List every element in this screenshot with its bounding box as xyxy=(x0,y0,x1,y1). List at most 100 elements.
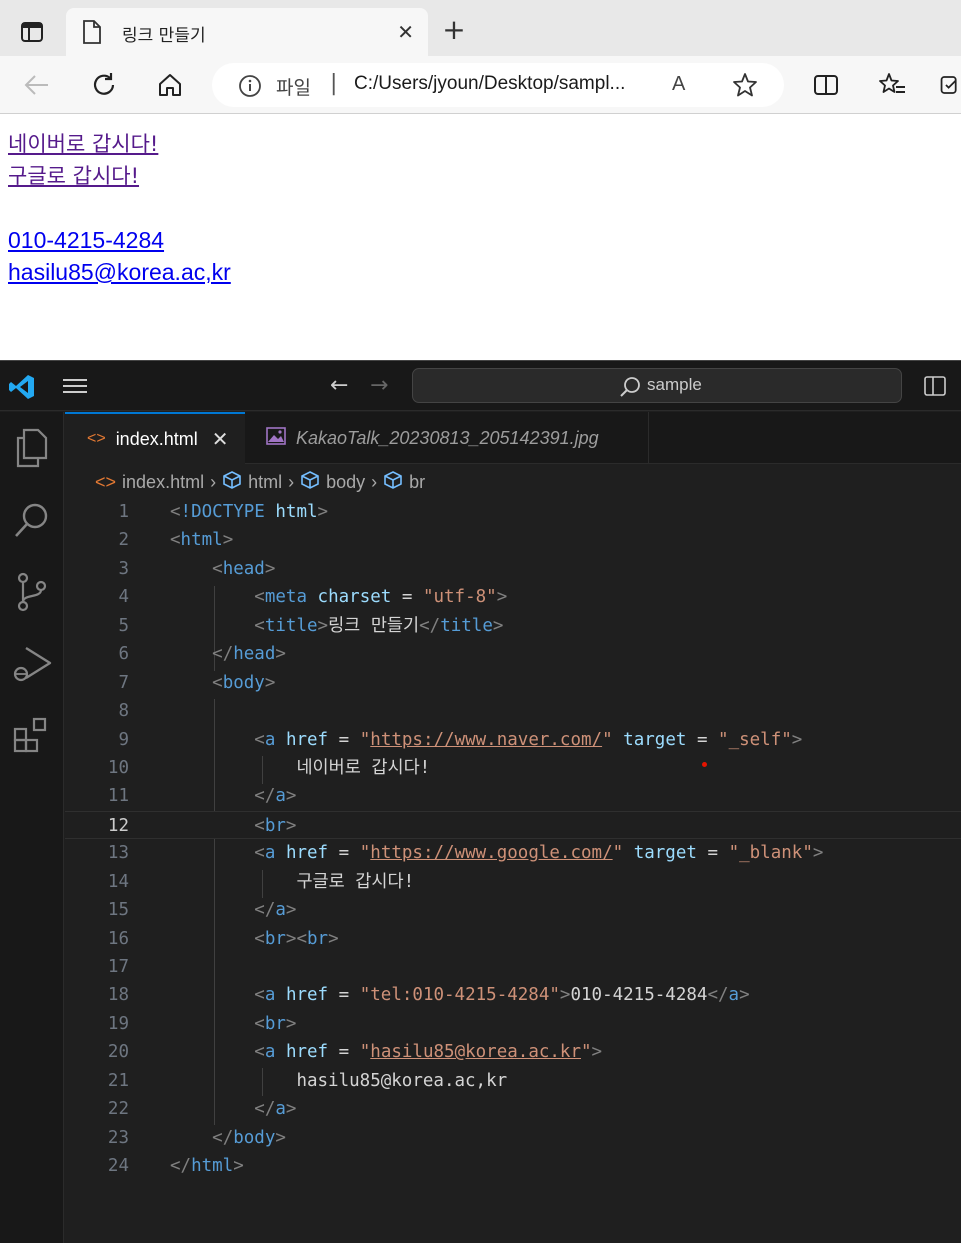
code-token: "_self" xyxy=(718,729,792,750)
code-token: meta xyxy=(264,587,307,608)
code-token: 010-4215-4284 xyxy=(570,985,708,1006)
code-token: </ xyxy=(254,900,276,921)
code-line[interactable]: 4 <meta charset = "utf-8"> xyxy=(65,583,961,611)
line-number: 20 xyxy=(107,1042,129,1063)
code-line[interactable]: 10 네이버로 갑시다! xyxy=(65,754,961,782)
favorite-star-icon[interactable] xyxy=(732,72,758,102)
code-line[interactable]: 2 <html> xyxy=(65,526,961,554)
code-token: " xyxy=(359,1042,371,1063)
code-token: < xyxy=(254,587,265,608)
code-line[interactable]: 3 <head> xyxy=(65,555,961,583)
symbol-element-icon xyxy=(222,470,242,495)
editor-tab-bar: <> index.html ✕ KakaoTalk_20230813_20514… xyxy=(65,412,961,464)
home-icon[interactable] xyxy=(155,70,185,100)
code-line[interactable]: 18 <a href = "tel:010-4215-4284">010-421… xyxy=(65,981,961,1009)
line-number: 10 xyxy=(107,757,129,778)
code-line[interactable]: 15 </a> xyxy=(65,896,961,924)
code-token: " xyxy=(359,729,371,750)
go-back-icon[interactable]: ← xyxy=(330,373,348,398)
code-line[interactable]: 22 </a> xyxy=(65,1095,961,1123)
search-icon xyxy=(619,376,641,402)
breadcrumb-file[interactable]: <> index.html xyxy=(95,472,204,493)
code-token: > xyxy=(285,900,297,921)
code-line-current[interactable]: 12 <br> xyxy=(65,810,961,840)
code-line[interactable]: 13 <a href = "https://www.google.com/" t… xyxy=(65,839,961,867)
code-line[interactable]: 9 <a href = "https://www.naver.com/" tar… xyxy=(65,726,961,754)
code-line[interactable]: 1 <!DOCTYPE html> xyxy=(65,498,961,526)
run-debug-icon[interactable] xyxy=(10,642,54,686)
line-number: 8 xyxy=(118,701,129,722)
code-token: > xyxy=(791,729,803,750)
refresh-icon[interactable] xyxy=(89,70,119,100)
google-link[interactable]: 구글로 갑시다! xyxy=(8,160,231,192)
command-center[interactable]: sample xyxy=(412,368,902,403)
code-line[interactable]: 24 </html> xyxy=(65,1152,961,1180)
code-line[interactable]: 6 </head> xyxy=(65,640,961,668)
code-token: br xyxy=(264,928,286,949)
favorites-icon[interactable] xyxy=(877,70,907,100)
code-line[interactable]: 8 xyxy=(65,697,961,725)
new-tab-button[interactable]: + xyxy=(438,14,470,46)
line-number: 22 xyxy=(107,1099,129,1120)
menu-icon[interactable] xyxy=(62,376,88,400)
line-number: 21 xyxy=(107,1070,129,1091)
split-screen-icon[interactable] xyxy=(811,70,841,100)
code-token: 구글로 갑시다! xyxy=(296,871,415,892)
explorer-icon[interactable] xyxy=(10,426,54,470)
code-line[interactable]: 17 xyxy=(65,953,961,981)
tel-link[interactable]: 010-4215-4284 xyxy=(8,224,231,256)
collections-icon[interactable] xyxy=(938,70,961,100)
code-line[interactable]: 19 <br> xyxy=(65,1010,961,1038)
code-token: </ xyxy=(419,615,441,636)
toggle-sidebar-icon[interactable] xyxy=(924,375,946,401)
info-icon[interactable] xyxy=(238,74,262,102)
close-tab-icon[interactable]: ✕ xyxy=(397,20,414,44)
source-control-icon[interactable] xyxy=(10,570,54,614)
breadcrumb-body[interactable]: body xyxy=(300,470,365,495)
search-view-icon[interactable] xyxy=(10,498,54,542)
breadcrumb-html[interactable]: html xyxy=(222,470,282,495)
code-token: > xyxy=(328,928,339,949)
naver-link[interactable]: 네이버로 갑시다! xyxy=(8,128,231,160)
code-token: < xyxy=(254,1013,265,1034)
tab-actions-icon[interactable] xyxy=(14,16,50,48)
code-line[interactable]: 7 <body> xyxy=(65,669,961,697)
code-line[interactable]: 11 </a> xyxy=(65,782,961,810)
back-icon[interactable] xyxy=(22,70,52,100)
code-line[interactable]: 14 구글로 갑시다! xyxy=(65,868,961,896)
tab-index-html[interactable]: <> index.html ✕ xyxy=(65,412,245,464)
tab-kakaotalk-jpg[interactable]: KakaoTalk_20230813_205142391.jpg xyxy=(246,412,649,464)
line-text: </a> xyxy=(170,896,296,924)
address-bar[interactable]: 파일 | C:/Users/jyoun/Desktop/sampl... A xyxy=(212,63,784,107)
close-tab-icon[interactable]: ✕ xyxy=(212,427,229,452)
code-line[interactable]: 16 <br><br> xyxy=(65,925,961,953)
code-line[interactable]: 5 <title>링크 만들기</title> xyxy=(65,612,961,640)
code-token: = xyxy=(338,1042,350,1063)
line-text: <a href = "hasilu85@korea.ac.kr"> xyxy=(170,1038,602,1066)
code-editor[interactable]: 1 <!DOCTYPE html> 2 <html> 3 <head> 4 <met… xyxy=(65,498,961,1181)
code-token: </ xyxy=(707,985,729,1006)
extensions-icon[interactable] xyxy=(10,714,54,758)
email-link[interactable]: hasilu85@korea.ac,kr xyxy=(8,256,231,288)
line-number: 14 xyxy=(107,871,129,892)
code-line[interactable]: 20 <a href = "hasilu85@korea.ac.kr"> xyxy=(65,1038,961,1066)
breadcrumb-br[interactable]: br xyxy=(383,470,425,495)
code-line[interactable]: 21 hasilu85@korea.ac,kr xyxy=(65,1067,961,1095)
code-token: br xyxy=(264,815,286,836)
code-token: head xyxy=(222,558,265,579)
code-token: a xyxy=(264,729,276,750)
read-aloud-icon[interactable]: A xyxy=(672,73,685,96)
url-text[interactable]: C:/Users/jyoun/Desktop/sampl... xyxy=(354,73,625,95)
code-token: = xyxy=(401,587,413,608)
code-token: = xyxy=(338,729,350,750)
go-forward-icon[interactable]: → xyxy=(370,373,388,398)
line-text: <a href = "https://www.google.com/" targ… xyxy=(170,839,823,867)
code-line[interactable]: 23 </body> xyxy=(65,1124,961,1152)
code-token: " xyxy=(602,729,613,750)
line-text: <html> xyxy=(170,526,233,554)
browser-tab[interactable]: 링크 만들기 ✕ xyxy=(66,8,428,56)
code-token: a xyxy=(275,1099,286,1120)
code-token: < xyxy=(254,928,265,949)
code-token: > xyxy=(264,558,276,579)
chevron-right-icon: › xyxy=(371,471,378,492)
